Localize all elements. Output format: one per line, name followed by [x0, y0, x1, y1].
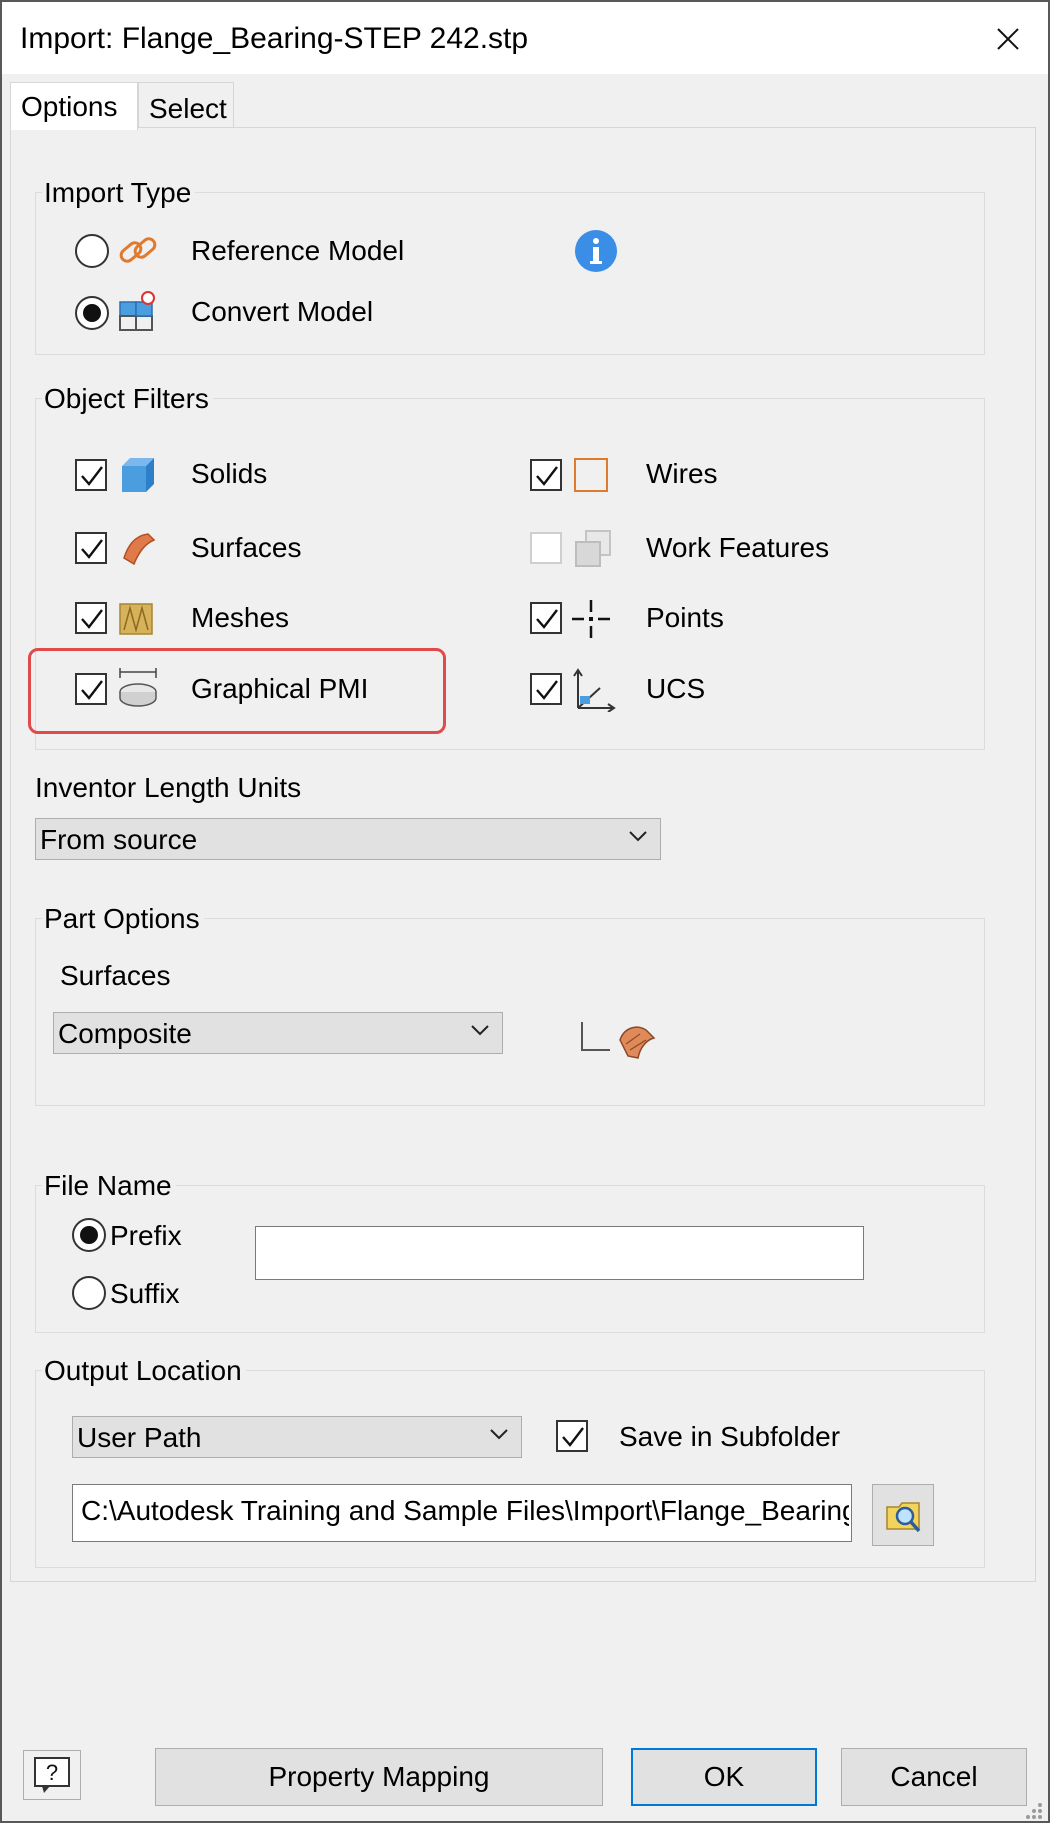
chevron-down-icon — [471, 1025, 489, 1036]
svg-text:?: ? — [46, 1760, 58, 1785]
mesh-icon — [119, 603, 153, 635]
close-icon — [997, 28, 1019, 50]
part-surfaces-value: Composite — [58, 1018, 192, 1049]
check-mark-icon — [536, 466, 558, 486]
wires-checkbox[interactable] — [530, 459, 562, 491]
ok-button[interactable]: OK — [631, 1748, 817, 1806]
meshes-checkbox[interactable] — [75, 602, 107, 634]
output-mode-value: User Path — [77, 1422, 202, 1453]
check-mark-icon — [536, 609, 558, 629]
property-mapping-button[interactable]: Property Mapping — [155, 1748, 603, 1806]
browse-folder-icon — [886, 1502, 921, 1533]
part-options-label: Part Options — [42, 903, 204, 935]
save-in-subfolder-label: Save in Subfolder — [619, 1421, 841, 1452]
ok-label: OK — [703, 1761, 745, 1792]
point-icon — [572, 600, 610, 638]
solids-checkbox[interactable] — [75, 459, 107, 491]
check-mark-icon — [536, 680, 558, 700]
ucs-icon — [573, 668, 616, 712]
save-in-subfolder-checkbox[interactable] — [556, 1420, 588, 1452]
surface-icon — [123, 533, 156, 566]
reference-model-label: Reference Model — [191, 235, 405, 266]
import-type-label: Import Type — [42, 177, 196, 209]
check-mark-icon — [562, 1427, 584, 1447]
output-location-label: Output Location — [42, 1355, 246, 1387]
prefix-radio[interactable] — [72, 1218, 106, 1252]
length-units-combo[interactable]: From source — [35, 818, 661, 860]
tab-select-label: Select — [149, 93, 227, 124]
title-bar[interactable]: Import: Flange_Bearing-STEP 242.stp — [2, 2, 1048, 74]
output-mode-combo[interactable]: User Path — [72, 1416, 522, 1458]
chevron-down-icon — [629, 831, 647, 842]
part-surfaces-combo[interactable]: Composite — [53, 1012, 503, 1054]
wire-icon — [574, 458, 608, 492]
part-surfaces-label: Surfaces — [60, 960, 171, 991]
info-icon[interactable] — [574, 229, 618, 273]
file-name-input[interactable] — [255, 1226, 864, 1280]
reference-model-radio[interactable] — [75, 234, 109, 268]
work-features-icon — [575, 530, 611, 567]
convert-model-radio[interactable] — [75, 296, 109, 330]
link-icon — [119, 237, 157, 263]
convert-model-label: Convert Model — [191, 296, 374, 327]
surfaces-checkbox[interactable] — [75, 532, 107, 564]
cancel-label: Cancel — [890, 1761, 978, 1792]
help-icon: ? — [34, 1757, 70, 1793]
help-button[interactable]: ? — [23, 1750, 81, 1800]
tab-select[interactable]: Select — [138, 82, 234, 128]
points-checkbox[interactable] — [530, 602, 562, 634]
import-dialog: Import: Flange_Bearing-STEP 242.stp Opti… — [0, 0, 1050, 1823]
ucs-checkbox[interactable] — [530, 673, 562, 705]
check-mark-icon — [81, 539, 103, 559]
meshes-label: Meshes — [191, 602, 290, 633]
window-title: Import: Flange_Bearing-STEP 242.stp — [20, 22, 529, 55]
surfaces-label: Surfaces — [191, 532, 302, 563]
suffix-label: Suffix — [110, 1278, 180, 1309]
check-mark-icon — [81, 466, 103, 486]
file-name-label: File Name — [42, 1170, 176, 1202]
output-path-input[interactable]: C:\Autodesk Training and Sample Files\Im… — [72, 1484, 852, 1542]
tab-options-label: Options — [21, 91, 118, 122]
composite-surface-icon — [581, 1022, 656, 1059]
property-mapping-label: Property Mapping — [268, 1761, 490, 1792]
prefix-label: Prefix — [110, 1220, 182, 1251]
solid-cube-icon — [122, 458, 154, 492]
output-path-value: C:\Autodesk Training and Sample Files\Im… — [81, 1495, 849, 1526]
check-mark-icon — [81, 609, 103, 629]
graphical-pmi-highlight — [28, 648, 446, 734]
work-features-checkbox[interactable] — [530, 532, 562, 564]
import-type-group — [35, 192, 985, 355]
suffix-radio[interactable] — [72, 1276, 106, 1310]
wires-label: Wires — [646, 458, 718, 489]
work-features-label: Work Features — [646, 532, 830, 563]
close-button[interactable] — [982, 16, 1034, 62]
length-units-label: Inventor Length Units — [35, 772, 302, 803]
chevron-down-icon — [490, 1429, 508, 1440]
object-filters-label: Object Filters — [42, 383, 213, 415]
cancel-button[interactable]: Cancel — [841, 1748, 1027, 1806]
resize-grip-icon[interactable] — [1020, 1797, 1044, 1821]
points-label: Points — [646, 602, 724, 633]
solids-label: Solids — [191, 458, 268, 489]
length-units-value: From source — [40, 824, 198, 855]
browse-button[interactable] — [872, 1484, 934, 1546]
tab-options[interactable]: Options — [10, 82, 138, 130]
convert-model-icon — [119, 291, 155, 331]
ucs-label: UCS — [646, 673, 706, 704]
